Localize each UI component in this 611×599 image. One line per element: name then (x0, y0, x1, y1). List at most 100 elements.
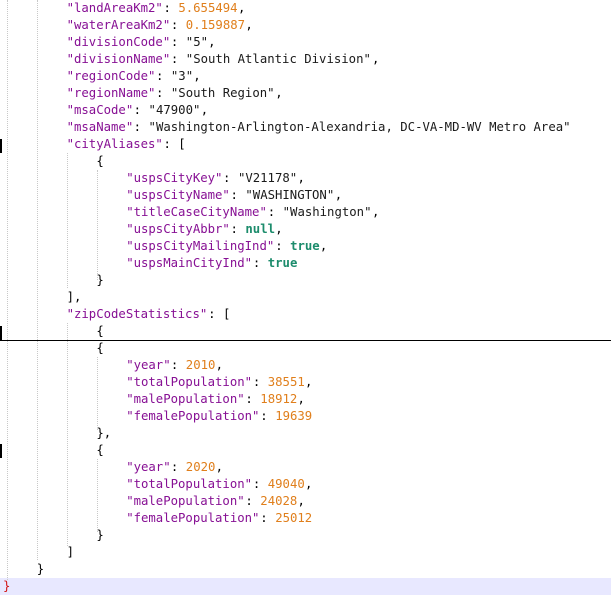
code-line[interactable]: { (0, 340, 611, 357)
code-token: , (215, 358, 223, 372)
code-line[interactable]: "regionCode": "3", (0, 68, 611, 85)
code-token: "year" (126, 358, 171, 372)
code-line[interactable]: "femalePopulation": 19639 (0, 408, 611, 425)
code-line[interactable]: "uspsCityKey": "V21178", (0, 170, 611, 187)
code-line[interactable]: "regionName": "South Region", (0, 85, 611, 102)
code-token: , (237, 1, 246, 15)
code-line[interactable]: ], (0, 289, 611, 306)
code-line[interactable]: } (0, 272, 611, 289)
code-token: 19639 (275, 409, 313, 423)
code-line[interactable]: "msaName": "Washington-Arlington-Alexand… (0, 119, 611, 136)
code-token: , (319, 239, 328, 253)
code-token: : (163, 1, 179, 15)
code-token: , (215, 460, 223, 474)
code-line[interactable]: ] (0, 544, 611, 561)
code-token: null (245, 222, 276, 236)
code-token: "Washington-Arlington-Alexandria, DC-VA-… (148, 120, 571, 134)
code-line[interactable]: "divisionName": "South Atlantic Division… (0, 51, 611, 68)
code-token: : (230, 222, 246, 236)
indent-guide (67, 323, 68, 546)
code-token: "regionCode" (66, 69, 156, 83)
code-token: "msaCode" (66, 103, 134, 117)
code-token: "malePopulation" (126, 392, 245, 406)
code-line[interactable]: "divisionCode": "5", (0, 34, 611, 51)
code-line[interactable]: "uspsCityMailingInd": true, (0, 238, 611, 255)
code-line[interactable]: "uspsCityName": "WASHINGTON", (0, 187, 611, 204)
code-token: "3" (170, 69, 194, 83)
code-line[interactable]: "year": 2010, (0, 357, 611, 374)
code-line[interactable]: "landAreaKm2": 5.655494, (0, 0, 611, 17)
code-token: : (252, 375, 268, 389)
code-token: , (372, 205, 380, 219)
indent-guide (97, 170, 98, 280)
code-token: "cityAliases" (66, 137, 163, 151)
code-token: : (156, 86, 171, 100)
code-token: { (96, 341, 104, 355)
code-token: "waterAreaKm2" (66, 18, 171, 32)
code-line[interactable]: { (0, 323, 611, 340)
code-token: "divisionCode" (66, 35, 171, 49)
code-token: "uspsCityName" (126, 188, 230, 202)
code-token: "landAreaKm2" (66, 1, 163, 15)
code-line[interactable]: } (0, 527, 611, 544)
code-token: , (305, 477, 313, 491)
code-token: : (170, 18, 186, 32)
code-token: : (230, 188, 246, 202)
code-line[interactable]: { (0, 153, 611, 170)
code-token: 49040 (267, 477, 305, 491)
indent-guide (7, 0, 8, 580)
code-line[interactable]: } (0, 578, 611, 595)
json-code-editor[interactable]: "landAreaKm2": 5.655494, "waterAreaKm2": … (0, 0, 611, 599)
code-token: : (245, 392, 261, 406)
code-token: , (208, 35, 216, 49)
code-line[interactable]: "cityAliases": [ (0, 136, 611, 153)
code-token: "uspsCityKey" (126, 171, 223, 185)
code-token: , (334, 188, 343, 202)
code-line[interactable]: "titleCaseCityName": "Washington", (0, 204, 611, 221)
code-token: : (260, 409, 276, 423)
code-token: : [ (163, 137, 186, 151)
code-line[interactable]: "year": 2020, (0, 459, 611, 476)
code-line[interactable]: "totalPopulation": 49040, (0, 476, 611, 493)
code-line[interactable]: "femalePopulation": 25012 (0, 510, 611, 527)
code-token: 2010 (185, 358, 216, 372)
code-token: "Washington" (282, 205, 372, 219)
code-token: "femalePopulation" (126, 409, 260, 423)
code-line[interactable]: "msaCode": "47900", (0, 102, 611, 119)
code-token: : (133, 120, 149, 134)
code-token: "femalePopulation" (126, 511, 260, 525)
code-token: , (275, 86, 283, 100)
code-line[interactable]: { (0, 442, 611, 459)
code-token: "uspsMainCityInd" (126, 256, 253, 270)
code-token: : (267, 205, 283, 219)
code-line[interactable]: }, (0, 425, 611, 442)
code-token: , (275, 222, 283, 236)
code-line[interactable]: } (0, 561, 611, 578)
code-token: "titleCaseCityName" (126, 205, 267, 219)
code-line[interactable]: "totalPopulation": 38551, (0, 374, 611, 391)
code-token: "V21178" (237, 171, 298, 185)
code-line[interactable]: "malePopulation": 24028, (0, 493, 611, 510)
indent-guide (67, 153, 68, 288)
code-token: { (96, 154, 104, 168)
code-token: }, (96, 426, 112, 440)
code-token: : (275, 239, 290, 253)
code-token: : (252, 477, 268, 491)
code-token: "WASHINGTON" (245, 188, 335, 202)
indent-guide (97, 459, 98, 532)
code-line[interactable]: "malePopulation": 18912, (0, 391, 611, 408)
code-token: "malePopulation" (126, 494, 245, 508)
code-token: "totalPopulation" (126, 375, 253, 389)
code-token: { (96, 324, 104, 338)
code-token: : (170, 52, 186, 66)
code-line[interactable]: "uspsMainCityInd": true (0, 255, 611, 272)
code-token: , (297, 392, 305, 406)
code-line[interactable]: "waterAreaKm2": 0.159887, (0, 17, 611, 34)
code-token: 5.655494 (178, 1, 238, 15)
code-token: : [ (208, 307, 231, 321)
code-line[interactable]: "zipCodeStatistics": [ (0, 306, 611, 323)
code-line[interactable]: "uspsCityAbbr": null, (0, 221, 611, 238)
code-token: "msaName" (66, 120, 134, 134)
code-token: : (260, 511, 276, 525)
code-token: : (170, 358, 186, 372)
